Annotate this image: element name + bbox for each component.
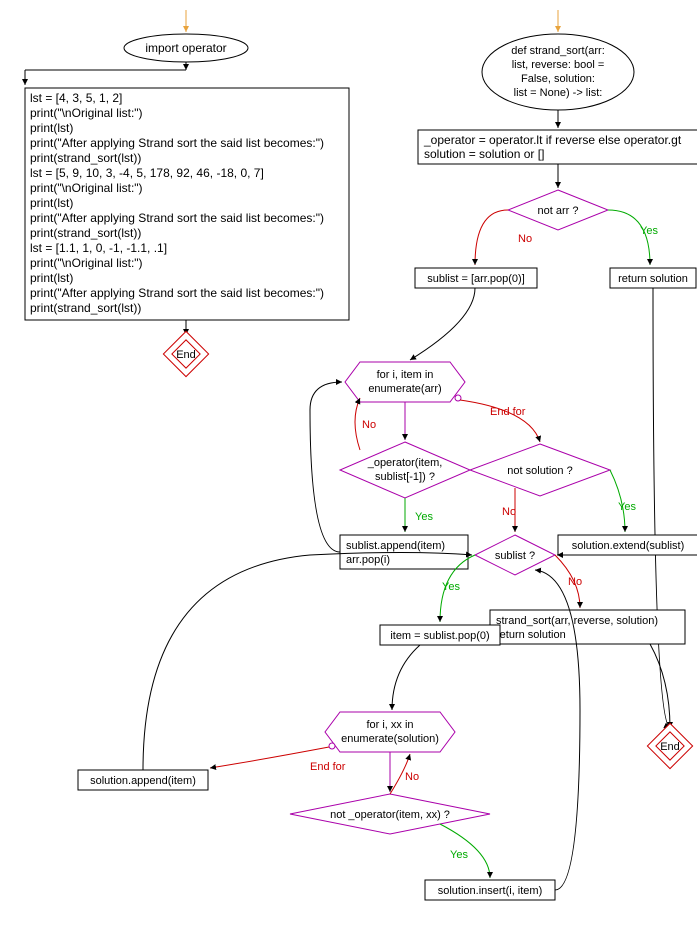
end-node-right: End xyxy=(647,723,692,768)
func-def-l3: False, solution: xyxy=(521,73,595,85)
recurse-l2: return solution xyxy=(496,629,566,641)
operator-l1: _operator(item, xyxy=(367,457,443,469)
flowchart-svg: import operator lst = [4, 3, 5, 1, 2] pr… xyxy=(10,10,697,942)
connector xyxy=(653,288,670,728)
end-label-right: End xyxy=(660,741,680,753)
edge-no xyxy=(355,398,360,450)
code-line-8: print("After applying Strand sort the sa… xyxy=(30,211,324,225)
code-line-5: lst = [5, 9, 10, 3, -4, 5, 178, 92, 46, … xyxy=(30,166,264,180)
code-line-11: print("\nOriginal list:") xyxy=(30,256,143,270)
not-op-label: not _operator(item, xx) ? xyxy=(330,809,450,821)
for-loop1-l1: for i, item in xyxy=(377,369,434,381)
endfor-label: End for xyxy=(310,761,346,773)
func-def-l1: def strand_sort(arr: xyxy=(511,45,605,57)
connector xyxy=(310,382,342,552)
end-label-left: End xyxy=(176,349,196,361)
yes-label: Yes xyxy=(442,581,460,593)
assign-l2: solution = solution or [] xyxy=(424,147,544,161)
recurse-l1: strand_sort(arr, reverse, solution) xyxy=(496,615,658,627)
append-l2: arr.pop(i) xyxy=(346,554,390,566)
sublist-assign-label: sublist = [arr.pop(0)] xyxy=(427,273,525,285)
no-label: No xyxy=(362,419,376,431)
func-def-l2: list, reverse: bool = xyxy=(512,59,605,71)
code-line-6: print("\nOriginal list:") xyxy=(30,181,143,195)
append-l1: sublist.append(item) xyxy=(346,540,445,552)
edge-no xyxy=(475,210,508,265)
operator-l2: sublist[-1]) ? xyxy=(375,471,435,483)
code-line-10: lst = [1.1, 1, 0, -1, -1.1, .1] xyxy=(30,241,167,255)
no-label: No xyxy=(568,576,582,588)
for-loop2-hex xyxy=(325,712,455,752)
yes-label: Yes xyxy=(640,225,658,237)
operator-diamond xyxy=(340,442,470,498)
code-line-13: print("After applying Strand sort the sa… xyxy=(30,286,324,300)
code-line-0: lst = [4, 3, 5, 1, 2] xyxy=(30,91,122,105)
code-line-2: print(lst) xyxy=(30,121,73,135)
yes-label: Yes xyxy=(415,511,433,523)
solution-insert-label: solution.insert(i, item) xyxy=(438,885,543,897)
for-loop1-hex xyxy=(345,362,465,402)
no-label: No xyxy=(518,233,532,245)
connector xyxy=(392,645,420,710)
yes-label: Yes xyxy=(618,501,636,513)
func-def-l4: list = None) -> list: xyxy=(514,87,603,99)
solution-append-label: solution.append(item) xyxy=(90,775,196,787)
assign-l1: _operator = operator.lt if reverse else … xyxy=(423,133,682,147)
item-pop-label: item = sublist.pop(0) xyxy=(390,630,489,642)
start-label-left: import operator xyxy=(145,41,226,55)
code-line-12: print(lst) xyxy=(30,271,73,285)
connector xyxy=(410,288,475,360)
code-line-4: print(strand_sort(lst)) xyxy=(30,151,141,165)
code-line-14: print(strand_sort(lst)) xyxy=(30,301,141,315)
no-label: No xyxy=(405,771,419,783)
for-loop2-l2: enumerate(solution) xyxy=(341,733,439,745)
code-line-9: print(strand_sort(lst)) xyxy=(30,226,141,240)
for-loop1-l2: enumerate(arr) xyxy=(368,383,441,395)
connector xyxy=(650,644,670,728)
for-loop2-l1: for i, xx in xyxy=(366,719,413,731)
yes-label: Yes xyxy=(450,849,468,861)
endfor-label: End for xyxy=(490,406,526,418)
code-line-3: print("After applying Strand sort the sa… xyxy=(30,136,324,150)
loop-exit-dot xyxy=(329,743,335,749)
not-solution-label: not solution ? xyxy=(507,465,572,477)
no-label: No xyxy=(502,506,516,518)
code-line-7: print(lst) xyxy=(30,196,73,210)
return-solution-label: return solution xyxy=(618,273,688,285)
code-line-1: print("\nOriginal list:") xyxy=(30,106,143,120)
end-node-left: End xyxy=(163,331,208,376)
solution-extend-label: solution.extend(sublist) xyxy=(572,540,685,552)
edge-yes xyxy=(608,210,650,265)
not-arr-label: not arr ? xyxy=(538,205,579,217)
sublist-label: sublist ? xyxy=(495,550,535,562)
